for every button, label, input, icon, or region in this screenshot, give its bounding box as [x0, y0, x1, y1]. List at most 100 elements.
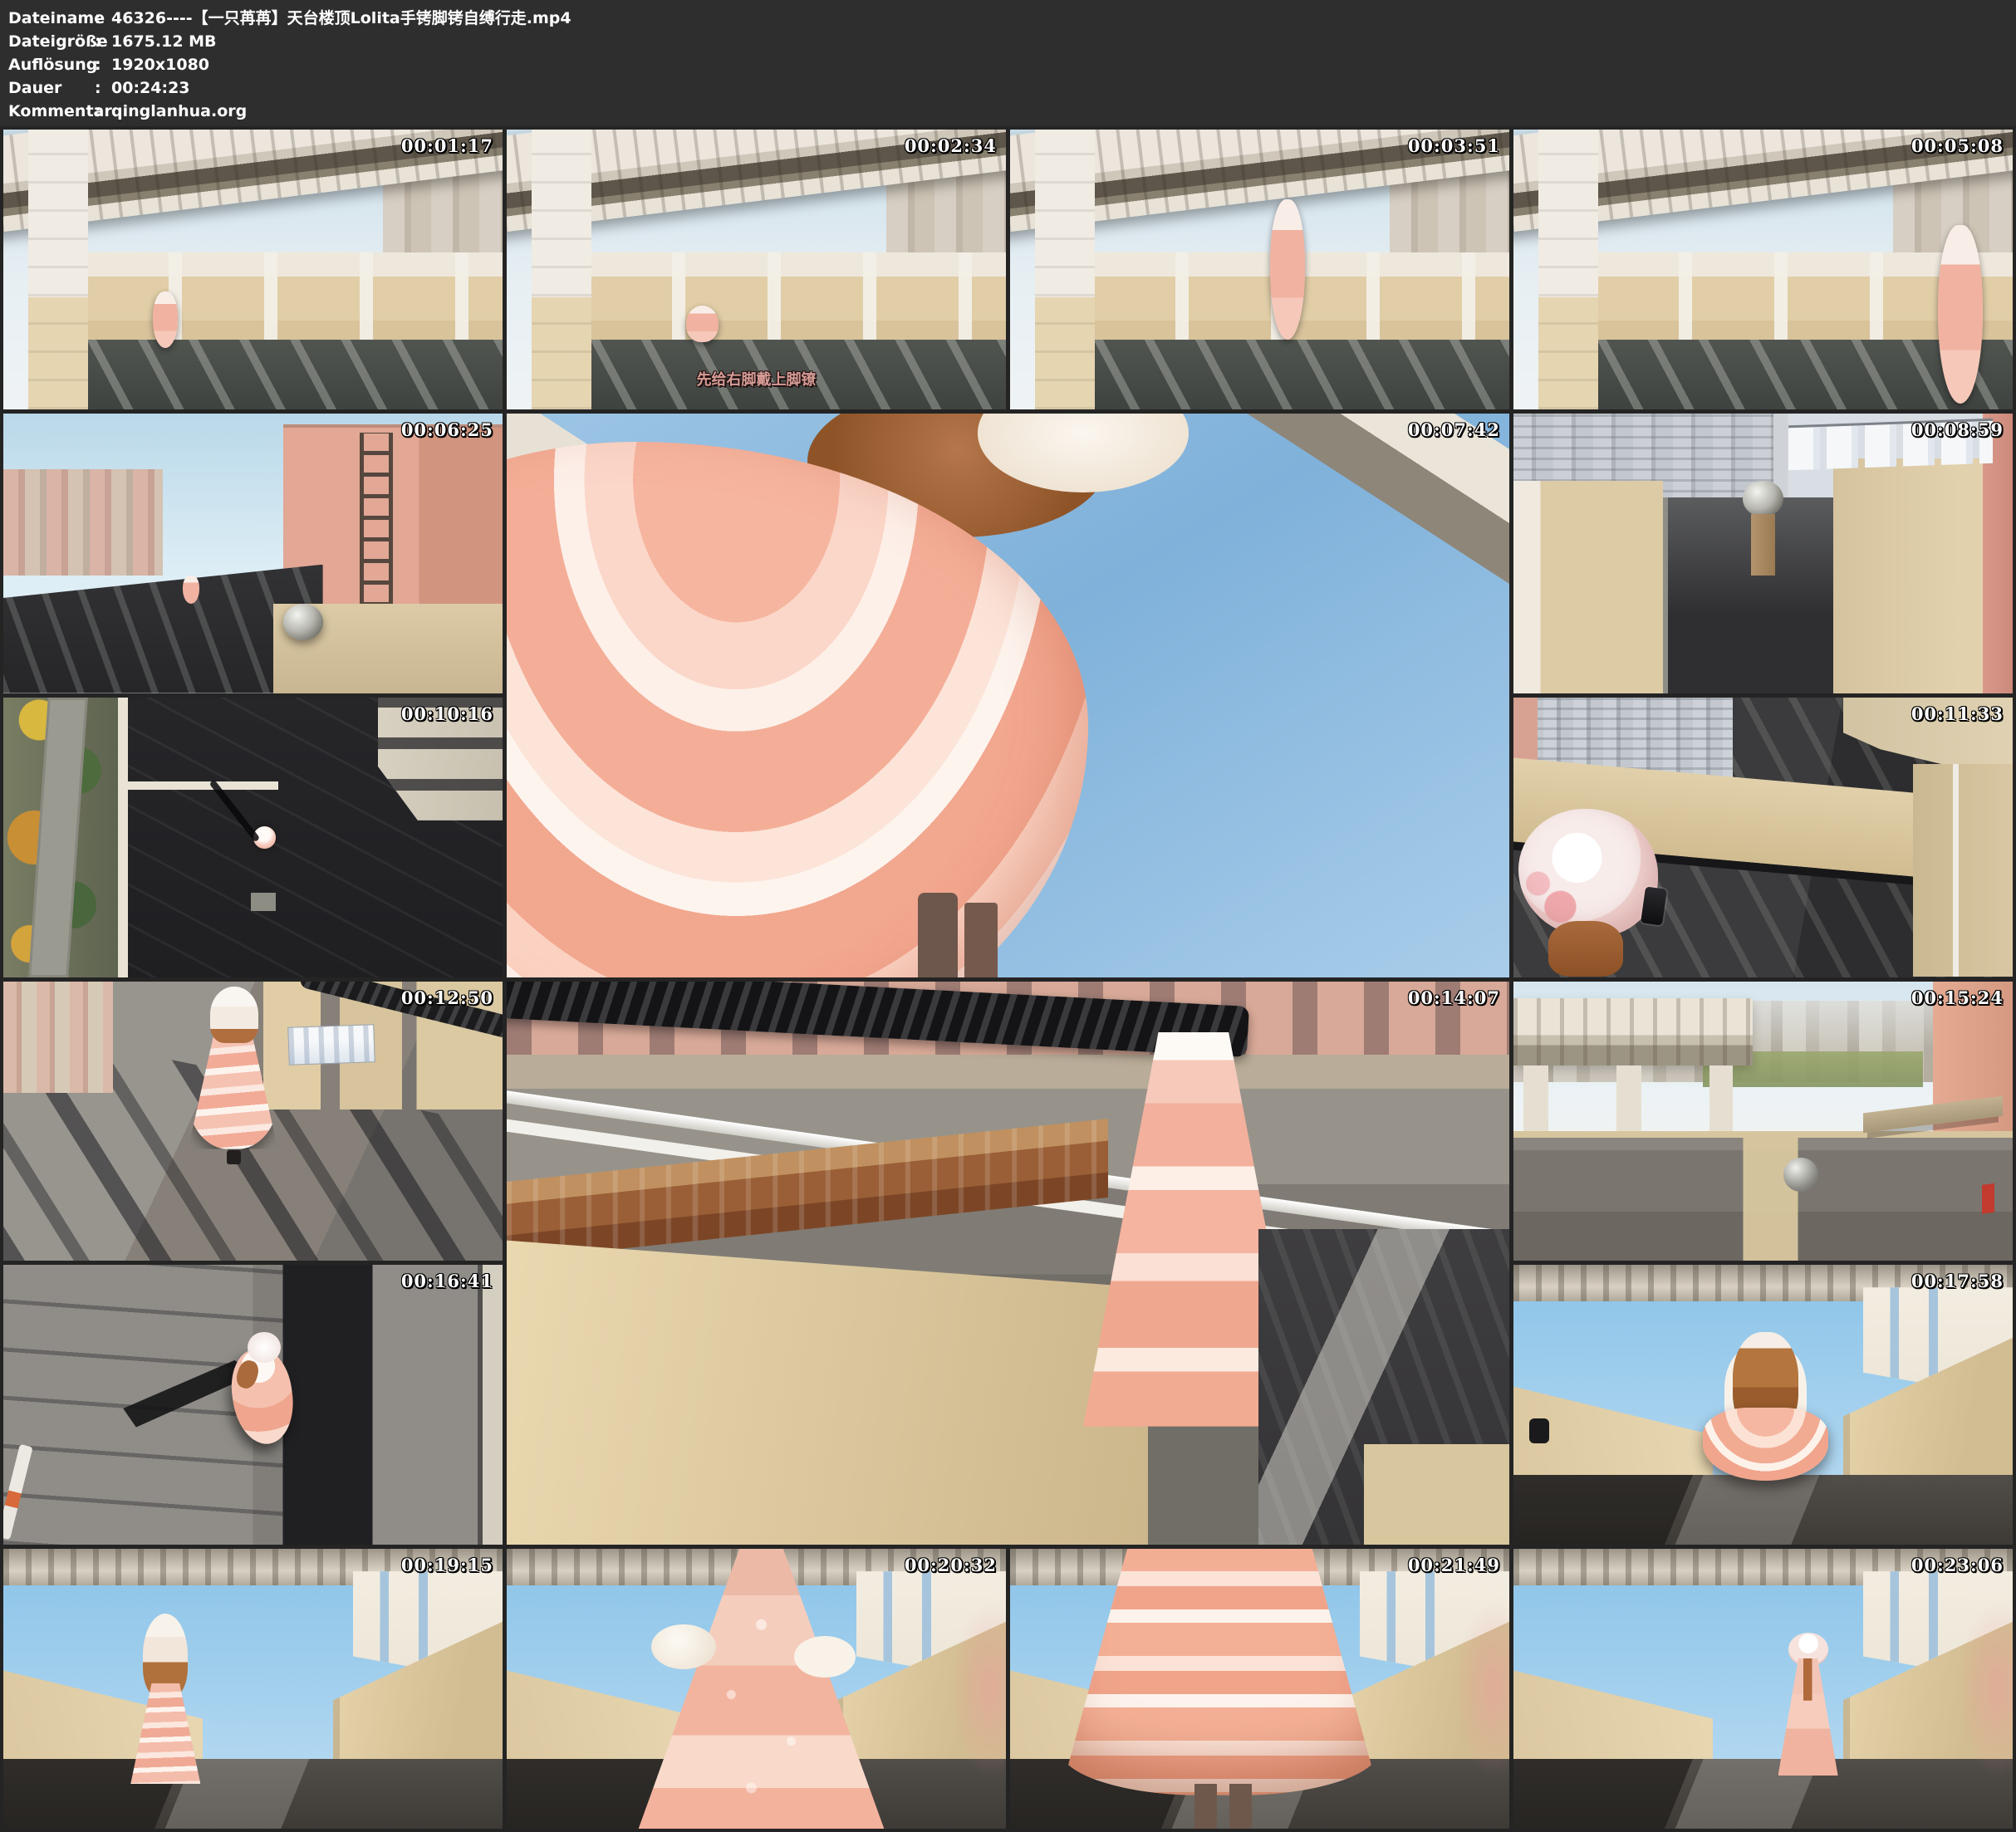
video-frame-8: 00:10:16 — [3, 698, 503, 977]
timestamp-overlay: 00:17:58 — [1911, 1271, 2004, 1291]
video-frame-7: 00:08:59 — [1513, 414, 2013, 693]
timestamp-overlay: 00:07:42 — [1408, 419, 1500, 440]
field-separator: : — [95, 7, 111, 30]
file-info-row: Dauer:00:24:23 — [8, 76, 2016, 100]
timestamp-overlay: 00:16:41 — [401, 1271, 493, 1291]
video-frame-15: 00:19:15 — [3, 1549, 503, 1829]
frame-artwork — [3, 698, 503, 977]
timestamp-overlay: 00:20:32 — [905, 1555, 997, 1575]
frame-artwork — [1010, 130, 1509, 409]
scene-layer-f — [1513, 1759, 2013, 1829]
frame-artwork — [507, 414, 1509, 977]
timestamp-overlay: 00:05:08 — [1911, 135, 2004, 156]
field-value: 46326----【一只苒苒】天台楼顶Lolita手铐脚铐自缚行走.mp4 — [111, 7, 571, 30]
file-info-header: Dateiname:46326----【一只苒苒】天台楼顶Lolita手铐脚铐自… — [0, 0, 2016, 126]
timestamp-overlay: 00:02:34 — [905, 135, 997, 156]
thumbnail-sheet: 00:01:1700:02:34先给右脚戴上脚镣00:03:5100:05:08… — [0, 126, 2016, 1832]
frame-artwork — [507, 982, 1509, 1545]
scene-layer-h — [1703, 1408, 1827, 1481]
file-info-row: Auflösung:1920x1080 — [8, 53, 2016, 76]
scene-layer-f — [1538, 130, 1598, 409]
field-value: 1920x1080 — [111, 53, 209, 76]
scene-layer-h — [918, 893, 958, 977]
scene-layer-h — [210, 987, 258, 1042]
scene-layer-h — [651, 1624, 716, 1669]
frame-artwork — [1010, 1549, 1509, 1829]
scene-layer-d — [1513, 998, 1753, 1065]
timestamp-overlay: 00:01:17 — [401, 135, 493, 156]
file-info-row: Dateigröße:1675.12 MB — [8, 30, 2016, 53]
scene-layer-f — [1513, 1475, 2013, 1545]
video-frame-12: 00:15:24 — [1513, 982, 2013, 1261]
frame-artwork — [1513, 130, 2013, 409]
scene-layer-f — [3, 1759, 503, 1829]
field-label: Dateiname — [8, 7, 95, 30]
video-frame-1: 00:01:17 — [3, 130, 503, 409]
scene-layer-g — [1513, 1131, 2013, 1261]
file-info-row: Kommentar:qinglanhua.org — [8, 100, 2016, 123]
video-frame-9: 00:11:33 — [1513, 698, 2013, 977]
frame-artwork — [3, 1265, 503, 1545]
frame-artwork — [1513, 698, 2013, 977]
timestamp-overlay: 00:23:06 — [1911, 1555, 2004, 1575]
frame-artwork — [3, 414, 503, 693]
frame-artwork — [1513, 414, 2013, 693]
timestamp-overlay: 00:06:25 — [401, 419, 493, 440]
scene-layer-g — [686, 306, 719, 342]
scene-layer-c — [483, 1265, 503, 1545]
scene-layer-g — [283, 604, 323, 640]
video-frame-17: 00:21:49 — [1010, 1549, 1509, 1829]
timestamp-overlay: 00:21:49 — [1408, 1555, 1500, 1575]
timestamp-overlay: 00:10:16 — [401, 703, 493, 724]
frame-artwork — [3, 1549, 503, 1829]
frame-artwork — [1513, 982, 2013, 1261]
video-frame-10: 00:12:50 — [3, 982, 503, 1261]
video-frame-14: 00:17:58 — [1513, 1265, 2013, 1545]
scene-layer-e — [118, 781, 277, 790]
scene-layer-g — [1938, 225, 1983, 404]
burned-in-subtitle: 先给右脚戴上脚镣 — [507, 368, 1006, 389]
timestamp-overlay: 00:14:07 — [1408, 987, 1500, 1008]
scene-layer-d — [73, 340, 503, 409]
video-frame-13: 00:16:41 — [3, 1265, 503, 1545]
field-label: Auflösung — [8, 53, 95, 76]
scene-layer-h — [1194, 1784, 1217, 1829]
timestamp-overlay: 00:15:24 — [1911, 987, 2004, 1008]
scene-layer-b — [3, 469, 163, 576]
scene-layer-g — [1548, 921, 1623, 977]
scene-layer-h — [1258, 1229, 1509, 1545]
timestamp-overlay: 00:08:59 — [1911, 419, 2004, 440]
timestamp-overlay: 00:19:15 — [401, 1555, 493, 1575]
scene-layer-e — [1913, 764, 2013, 977]
field-separator: : — [95, 100, 111, 123]
file-info-row: Dateiname:46326----【一只苒苒】天台楼顶Lolita手铐脚铐自… — [8, 7, 2016, 30]
scene-layer-d — [1080, 340, 1509, 409]
timestamp-overlay: 00:11:33 — [1911, 703, 2004, 724]
frame-artwork — [3, 982, 503, 1261]
scene-layer-c — [1513, 481, 1663, 693]
frame-artwork — [1513, 1265, 2013, 1545]
field-value: 00:24:23 — [111, 76, 190, 100]
video-frame-16: 00:20:32 — [507, 1549, 1006, 1829]
scene-layer-c — [73, 252, 503, 345]
scene-layer-c — [576, 252, 1006, 345]
scene-layer-d — [360, 433, 393, 606]
scene-layer-f — [28, 130, 88, 409]
video-frame-6: 00:07:42 — [507, 414, 1509, 977]
scene-layer-c — [3, 982, 113, 1094]
video-frame-18: 00:23:06 — [1513, 1549, 2013, 1829]
field-label: Dauer — [8, 76, 95, 100]
frame-artwork — [3, 130, 503, 409]
scene-layer-g — [1270, 199, 1305, 339]
frame-artwork — [507, 1549, 1006, 1829]
frame-artwork — [1513, 1549, 2013, 1829]
scene-layer-g — [153, 291, 178, 347]
field-separator: : — [95, 30, 111, 53]
field-value: 1675.12 MB — [111, 30, 217, 53]
video-frame-2: 00:02:34 先给右脚戴上脚镣 — [507, 130, 1006, 409]
scene-layer-h — [1743, 481, 1783, 517]
scene-layer-f — [1035, 130, 1095, 409]
video-frame-11: 00:14:07 — [507, 982, 1509, 1545]
scene-layer-f — [248, 1332, 280, 1363]
field-separator: : — [95, 76, 111, 100]
